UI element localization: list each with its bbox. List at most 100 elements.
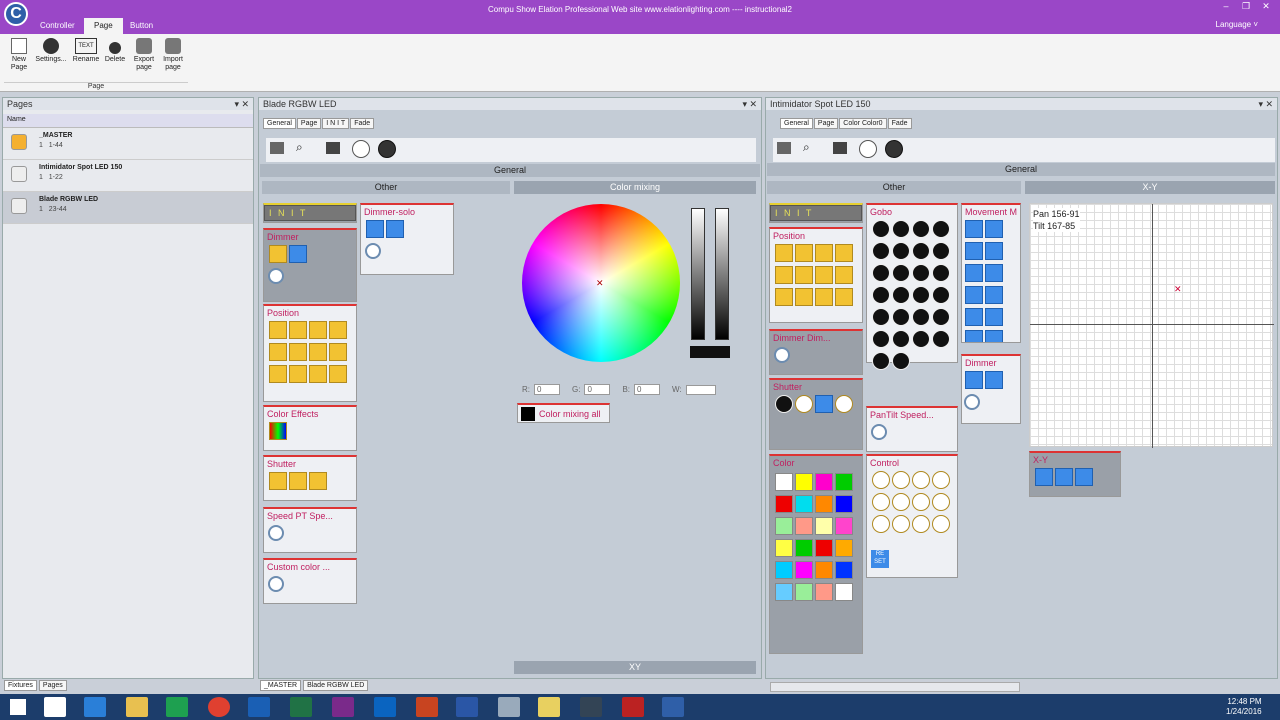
dimmer-icon[interactable] xyxy=(269,245,287,263)
gobo-icon[interactable] xyxy=(872,242,890,260)
color-swatch[interactable] xyxy=(835,495,853,513)
gobo-icon[interactable] xyxy=(912,220,930,238)
position-preset-icon[interactable] xyxy=(329,321,347,339)
movement-icon[interactable] xyxy=(985,308,1003,326)
position-preset-icon[interactable] xyxy=(815,266,833,284)
dimmer2-knob[interactable] xyxy=(964,394,980,410)
dimmer-solo-fx-icon[interactable] xyxy=(386,220,404,238)
gobo-icon[interactable] xyxy=(932,308,950,326)
outlook-icon[interactable] xyxy=(374,697,396,717)
dimmer-solo-knob[interactable] xyxy=(365,243,381,259)
white-slider[interactable] xyxy=(715,208,729,340)
reset-button[interactable]: RE SET xyxy=(871,550,889,568)
black-circle-icon[interactable] xyxy=(378,140,396,158)
gobo-icon[interactable] xyxy=(912,286,930,304)
position-preset-icon[interactable] xyxy=(309,365,327,383)
tab-page[interactable]: Page xyxy=(296,118,322,129)
chrome-icon[interactable] xyxy=(208,697,230,717)
movement-icon[interactable] xyxy=(985,242,1003,260)
gobo-icon[interactable] xyxy=(872,330,890,348)
green-input[interactable]: 0 xyxy=(584,384,611,395)
color-swatch[interactable] xyxy=(795,495,813,513)
control-icon[interactable] xyxy=(912,493,930,511)
color-swatch[interactable] xyxy=(795,539,813,557)
shutter-white-icon[interactable] xyxy=(835,395,853,413)
movement-icon[interactable] xyxy=(985,286,1003,304)
calculator-icon[interactable] xyxy=(498,697,520,717)
color-swatch[interactable] xyxy=(775,561,793,579)
position-preset-icon[interactable] xyxy=(269,343,287,361)
page-row[interactable]: Blade RGBW LED 1 23-44 xyxy=(3,192,253,224)
panel-close-icon[interactable]: ▾ ✕ xyxy=(742,99,757,109)
dimmer2-icon[interactable] xyxy=(965,371,983,389)
position-preset-icon[interactable] xyxy=(835,244,853,262)
page-row[interactable]: Intimidator Spot LED 150 1 1-22 xyxy=(3,160,253,192)
position-preset-icon[interactable] xyxy=(835,266,853,284)
movement-icon[interactable] xyxy=(965,330,983,342)
white-circle-icon[interactable] xyxy=(859,140,877,158)
control-icon[interactable] xyxy=(872,515,890,533)
dimmer-fx-icon[interactable] xyxy=(289,245,307,263)
control-icon[interactable] xyxy=(932,471,950,489)
color-swatch[interactable] xyxy=(775,539,793,557)
movement-icon[interactable] xyxy=(965,264,983,282)
panel-close-icon[interactable]: ▾ ✕ xyxy=(234,99,249,109)
position-preset-icon[interactable] xyxy=(835,288,853,306)
position-preset-icon[interactable] xyxy=(329,343,347,361)
control-icon[interactable] xyxy=(932,493,950,511)
tab-page[interactable]: Page xyxy=(813,118,839,129)
delete-button[interactable]: Delete xyxy=(103,38,127,64)
position-preset-icon[interactable] xyxy=(795,244,813,262)
color-swatch[interactable] xyxy=(795,473,813,491)
control-icon[interactable] xyxy=(912,515,930,533)
position-preset-icon[interactable] xyxy=(329,365,347,383)
toolbar-image-icon[interactable] xyxy=(777,142,791,154)
gobo-icon[interactable] xyxy=(912,308,930,326)
spot-init-card[interactable]: I N I T xyxy=(769,203,863,223)
custom-color-knob[interactable] xyxy=(268,576,284,592)
gobo-icon[interactable] xyxy=(872,352,890,370)
tab-button[interactable]: Button xyxy=(120,18,163,34)
tab-master[interactable]: _MASTER xyxy=(260,680,302,691)
speed-knob[interactable] xyxy=(268,525,284,541)
gobo-icon[interactable] xyxy=(892,220,910,238)
clock[interactable]: 12:48 PM 1/24/2016 xyxy=(1226,697,1262,717)
init-card[interactable]: I N I T xyxy=(263,203,357,223)
tab-controller[interactable]: Controller xyxy=(30,18,85,34)
shutter-open-icon[interactable] xyxy=(795,395,813,413)
control-icon[interactable] xyxy=(892,493,910,511)
language-menu[interactable]: Language ˅ xyxy=(1216,20,1259,29)
grid-icon[interactable] xyxy=(833,142,847,154)
search-icon[interactable]: ⌕ xyxy=(803,140,810,155)
tab-general[interactable]: General xyxy=(263,118,296,129)
tab-color[interactable]: Color Color0 xyxy=(839,118,887,129)
minimize-icon[interactable]: – xyxy=(1218,1,1234,15)
tab-fade[interactable]: Fade xyxy=(887,118,912,129)
close-icon[interactable]: ✕ xyxy=(1258,1,1274,15)
color-swatch[interactable] xyxy=(815,473,833,491)
gobo-icon[interactable] xyxy=(912,330,930,348)
movement-icon[interactable] xyxy=(985,330,1003,342)
rename-button[interactable]: TEXT Rename xyxy=(71,38,101,64)
intensity-slider[interactable] xyxy=(691,208,705,340)
excel-icon[interactable] xyxy=(290,697,312,717)
gobo-icon[interactable] xyxy=(872,286,890,304)
position-preset-icon[interactable] xyxy=(815,244,833,262)
gobo-icon[interactable] xyxy=(872,308,890,326)
position-preset-icon[interactable] xyxy=(309,321,327,339)
onenote-icon[interactable] xyxy=(332,697,354,717)
blue-input[interactable]: 0 xyxy=(634,384,661,395)
gobo-icon[interactable] xyxy=(872,220,890,238)
tab-pages[interactable]: Pages xyxy=(38,680,67,691)
gobo-icon[interactable] xyxy=(932,286,950,304)
gobo-icon[interactable] xyxy=(892,242,910,260)
color-swatch[interactable] xyxy=(815,495,833,513)
color-swatch[interactable] xyxy=(835,473,853,491)
page-row[interactable]: _MASTER 1 1-44 xyxy=(3,128,253,160)
powerpoint-icon[interactable] xyxy=(416,697,438,717)
live-icon[interactable] xyxy=(248,697,270,717)
new-page-button[interactable]: New Page xyxy=(8,38,30,72)
color-swatch[interactable] xyxy=(835,583,853,601)
word-icon[interactable] xyxy=(456,697,478,717)
file-explorer-icon[interactable] xyxy=(126,697,148,717)
